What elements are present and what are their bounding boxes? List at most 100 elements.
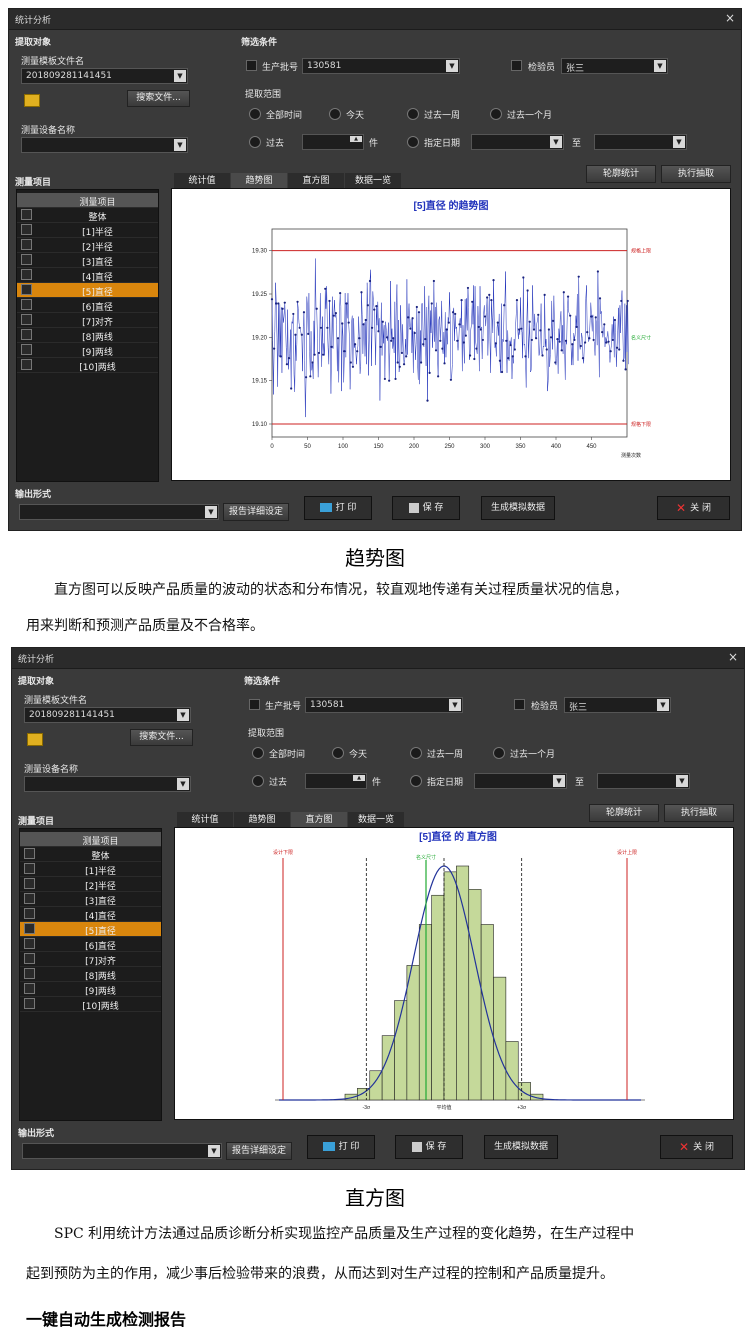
batch-checkbox[interactable] [249, 699, 260, 710]
close-icon[interactable]: × [728, 650, 738, 664]
chevron-down-icon: ▼ [174, 70, 186, 82]
mean-label: 平均值 [436, 1104, 451, 1111]
data-point [451, 311, 455, 314]
inspector-select[interactable]: 张三 ▼ [561, 58, 668, 74]
date-from-select[interactable]: ▼ [471, 134, 564, 150]
inspector-checkbox[interactable] [514, 699, 525, 710]
data-point [526, 289, 529, 292]
list-item[interactable]: 整体 [17, 208, 158, 223]
tab-data[interactable]: 数据一览 [345, 173, 401, 189]
tab-stats[interactable]: 统计值 [177, 812, 233, 828]
search-file-button[interactable]: 搜索文件... [127, 90, 190, 107]
past-count-stepper[interactable]: ▲ [305, 773, 367, 789]
inspector-checkbox[interactable] [511, 60, 522, 71]
list-item[interactable]: [7]对齐 [17, 313, 158, 328]
list-item[interactable]: [10]两线 [17, 358, 158, 373]
save-button[interactable]: 保 存 [392, 496, 460, 520]
range-month-radio[interactable] [493, 747, 505, 759]
generate-sim-data-button[interactable]: 生成模拟数据 [481, 496, 555, 520]
execute-extract-button[interactable]: 执行抽取 [664, 804, 734, 822]
generate-sim-data-button[interactable]: 生成模拟数据 [484, 1135, 558, 1159]
output-select[interactable]: ▼ [22, 1143, 222, 1159]
chevron-up-icon[interactable]: ▲ [350, 136, 362, 142]
x-tick-label: 300 [480, 444, 491, 450]
chevron-down-icon: ▼ [177, 778, 189, 790]
list-item[interactable]: 整体 [20, 847, 161, 862]
data-point [364, 318, 367, 322]
report-settings-button[interactable]: 报告详细设定 [226, 1142, 292, 1160]
data-point [588, 337, 591, 340]
batch-select[interactable]: 130581 ▼ [305, 697, 463, 713]
tab-data[interactable]: 数据一览 [348, 812, 404, 828]
list-item[interactable]: [2]半径 [17, 238, 158, 253]
contour-stats-button[interactable]: 轮廓统计 [586, 165, 656, 183]
range-week-radio[interactable] [410, 747, 422, 759]
list-item[interactable]: [8]两线 [20, 967, 161, 982]
range-past-radio[interactable] [249, 136, 261, 148]
list-item[interactable]: [6]直径 [20, 937, 161, 952]
range-past-radio[interactable] [252, 775, 264, 787]
report-settings-button[interactable]: 报告详细设定 [223, 503, 289, 521]
search-file-button[interactable]: 搜索文件... [130, 729, 193, 746]
tab-histogram[interactable]: 直方图 [288, 173, 344, 189]
list-item-selected[interactable]: [5]直径 [20, 922, 161, 937]
data-point [371, 326, 374, 329]
list-item[interactable]: [1]半径 [17, 223, 158, 238]
list-item[interactable]: [9]两线 [17, 343, 158, 358]
nominal-label: 名义尺寸 [416, 854, 436, 861]
list-item[interactable]: [4]直径 [20, 907, 161, 922]
tab-histogram[interactable]: 直方图 [291, 812, 347, 828]
date-to-select[interactable]: ▼ [594, 134, 687, 150]
chevron-up-icon[interactable]: ▲ [353, 775, 365, 781]
template-select[interactable]: 201809281141451 ▼ [24, 707, 191, 723]
x-tick-label: 50 [304, 444, 311, 450]
print-button[interactable]: 打 印 [307, 1135, 375, 1159]
list-item[interactable]: [2]半径 [20, 877, 161, 892]
list-item[interactable]: [9]两线 [20, 982, 161, 997]
range-all-radio[interactable] [249, 108, 261, 120]
data-point [437, 375, 440, 378]
close-button[interactable]: ✕ 关 闭 [660, 1135, 733, 1159]
list-item[interactable]: [3]直径 [17, 253, 158, 268]
template-select[interactable]: 201809281141451 ▼ [21, 68, 188, 84]
range-all-radio[interactable] [252, 747, 264, 759]
range-week-radio[interactable] [407, 108, 419, 120]
tab-trend[interactable]: 趋势图 [234, 812, 290, 828]
range-month-radio[interactable] [490, 108, 502, 120]
list-item[interactable]: [4]直径 [17, 268, 158, 283]
data-point [275, 302, 278, 305]
save-button[interactable]: 保 存 [395, 1135, 463, 1159]
list-item-selected[interactable]: [5]直径 [17, 283, 158, 298]
tab-trend[interactable]: 趋势图 [231, 173, 287, 189]
caption-histogram: 直方图 [345, 1186, 405, 1210]
histogram-bar [456, 865, 470, 1101]
date-from-select[interactable]: ▼ [474, 773, 567, 789]
range-today-radio[interactable] [332, 747, 344, 759]
print-button[interactable]: 打 印 [304, 496, 372, 520]
device-select[interactable]: ▼ [24, 776, 191, 792]
execute-extract-button[interactable]: 执行抽取 [661, 165, 731, 183]
close-icon[interactable]: × [725, 11, 735, 25]
contour-stats-button[interactable]: 轮廓统计 [589, 804, 659, 822]
date-to-select[interactable]: ▼ [597, 773, 690, 789]
range-date-radio[interactable] [407, 136, 419, 148]
range-date-radio[interactable] [410, 775, 422, 787]
tab-stats[interactable]: 统计值 [174, 173, 230, 189]
data-point [601, 331, 604, 334]
inspector-select[interactable]: 张三 ▼ [564, 697, 671, 713]
close-button[interactable]: ✕ 关 闭 [657, 496, 730, 520]
list-item[interactable]: [1]半径 [20, 862, 161, 877]
list-item[interactable]: [6]直径 [17, 298, 158, 313]
list-item[interactable]: [7]对齐 [20, 952, 161, 967]
batch-select[interactable]: 130581 ▼ [302, 58, 460, 74]
chevron-down-icon: ▼ [553, 775, 565, 787]
list-item[interactable]: [10]两线 [20, 997, 161, 1012]
past-count-stepper[interactable]: ▲ [302, 134, 364, 150]
list-item[interactable]: [8]两线 [17, 328, 158, 343]
batch-checkbox[interactable] [246, 60, 257, 71]
paragraph-spc-line2: 起到预防为主的作用，减少事后检验带来的浪费，从而达到对生产过程的控制和产品质量提… [26, 1266, 614, 1282]
list-item[interactable]: [3]直径 [20, 892, 161, 907]
range-today-radio[interactable] [329, 108, 341, 120]
device-select[interactable]: ▼ [21, 137, 188, 153]
output-select[interactable]: ▼ [19, 504, 219, 520]
